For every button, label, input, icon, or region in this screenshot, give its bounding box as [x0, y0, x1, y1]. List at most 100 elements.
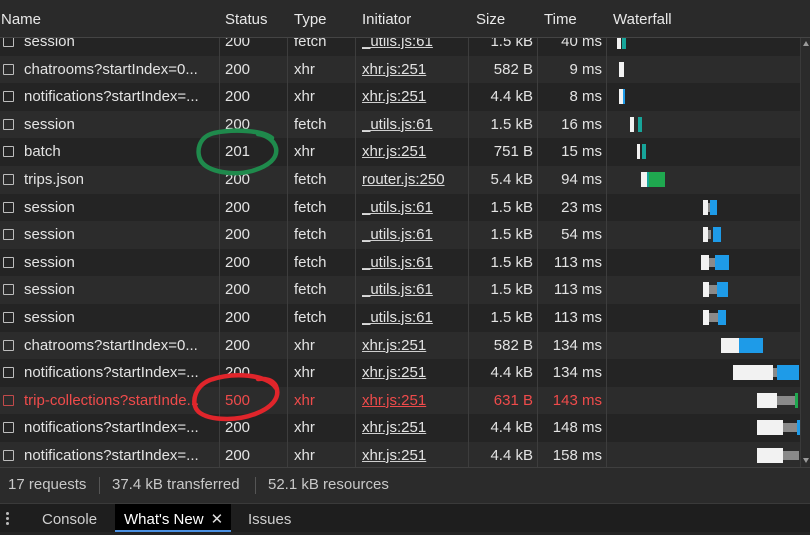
request-initiator-link[interactable]: _utils.js:61 [362, 276, 467, 304]
table-row[interactable]: notifications?startIndex=... 200 xhr xhr.js… [0, 359, 810, 387]
table-row[interactable]: notifications?startIndex=... 200 xhr xhr.js… [0, 414, 810, 442]
request-initiator-link[interactable]: router.js:250 [362, 166, 467, 194]
row-checkbox[interactable] [3, 63, 14, 75]
table-row[interactable]: session 200 fetch _utils.js:61 1.5 kB 16 ms [0, 110, 810, 139]
waterfall-bar[interactable] [609, 138, 810, 166]
vertical-scrollbar[interactable] [800, 37, 810, 467]
request-initiator-link[interactable]: _utils.js:61 [362, 304, 467, 332]
request-size: 5.4 kB [490, 170, 533, 188]
table-row[interactable]: notifications?startIndex=... 200 xhr xhr.js… [0, 83, 810, 111]
request-name[interactable]: notifications?startIndex=... [24, 359, 214, 387]
column-header-initiator[interactable]: Initiator [362, 0, 411, 37]
row-checkbox[interactable] [3, 173, 14, 185]
row-checkbox[interactable] [3, 118, 14, 130]
column-divider [287, 0, 288, 467]
waterfall-bar[interactable] [609, 442, 810, 467]
request-status: 200 [225, 364, 251, 382]
request-name[interactable]: session [24, 194, 214, 222]
request-name[interactable]: chatrooms?startIndex=0... [24, 332, 214, 360]
waterfall-bar[interactable] [609, 166, 810, 194]
row-checkbox[interactable] [3, 284, 14, 296]
more-tabs-icon[interactable] [6, 512, 9, 527]
waterfall-segment [649, 171, 665, 187]
request-initiator-link[interactable]: xhr.js:251 [362, 56, 467, 84]
row-checkbox[interactable] [3, 367, 14, 379]
waterfall-bar[interactable] [609, 387, 810, 415]
request-name[interactable]: session [24, 111, 214, 139]
column-header-time[interactable]: Time [544, 0, 577, 37]
table-row[interactable]: notifications?startIndex=... 200 xhr xhr.js… [0, 441, 810, 467]
request-initiator-link[interactable]: xhr.js:251 [362, 387, 467, 415]
column-header-status[interactable]: Status [225, 0, 268, 37]
row-checkbox[interactable] [3, 91, 14, 103]
row-checkbox[interactable] [3, 146, 14, 158]
tab-console[interactable]: Console [42, 504, 97, 532]
table-row[interactable]: session 200 fetch _utils.js:61 1.5 kB 54 ms [0, 221, 810, 249]
row-checkbox[interactable] [3, 229, 14, 241]
row-checkbox[interactable] [3, 201, 14, 213]
request-name[interactable]: notifications?startIndex=... [24, 83, 214, 111]
column-header-size[interactable]: Size [476, 0, 505, 37]
tab-issues[interactable]: Issues [248, 504, 291, 532]
waterfall-bar[interactable] [609, 111, 810, 139]
table-row[interactable]: session 200 fetch _utils.js:61 1.5 kB 113 ms [0, 249, 810, 277]
column-header-type[interactable]: Type [294, 0, 327, 37]
waterfall-segment [630, 116, 634, 132]
request-initiator-link[interactable]: xhr.js:251 [362, 332, 467, 360]
table-row[interactable]: chatrooms?startIndex=0... 200 xhr xhr.js:25… [0, 55, 810, 84]
request-initiator-link[interactable]: _utils.js:61 [362, 221, 467, 249]
table-row[interactable]: trip-collections?startInde... 500 xhr xhr.j… [0, 386, 810, 415]
waterfall-bar[interactable] [609, 276, 810, 304]
row-checkbox[interactable] [3, 256, 14, 268]
row-checkbox[interactable] [3, 339, 14, 351]
request-name[interactable]: notifications?startIndex=... [24, 442, 214, 467]
request-initiator-link[interactable]: xhr.js:251 [362, 83, 467, 111]
request-name[interactable]: notifications?startIndex=... [24, 414, 214, 442]
request-initiator-link[interactable]: xhr.js:251 [362, 442, 467, 467]
row-checkbox[interactable] [3, 311, 14, 323]
table-row[interactable]: session 200 fetch _utils.js:61 1.5 kB 113 ms [0, 304, 810, 332]
request-initiator-link[interactable]: xhr.js:251 [362, 414, 467, 442]
request-initiator-link[interactable]: _utils.js:61 [362, 111, 467, 139]
request-size: 1.5 kB [490, 115, 533, 133]
column-header-waterfall[interactable]: Waterfall [613, 0, 672, 37]
waterfall-bar[interactable] [609, 83, 810, 111]
table-row[interactable]: trips.json 200 fetch router.js:250 5.4 kB 94 … [0, 165, 810, 194]
request-name[interactable]: session [24, 249, 214, 277]
row-checkbox[interactable] [3, 394, 14, 406]
request-size: 582 B [493, 336, 533, 354]
waterfall-bar[interactable] [609, 304, 810, 332]
request-name[interactable]: trip-collections?startInde... [24, 387, 214, 415]
request-name[interactable]: trips.json [24, 166, 214, 194]
request-name[interactable]: session [24, 221, 214, 249]
row-checkbox[interactable] [3, 422, 14, 434]
request-time: 8 ms [569, 88, 602, 106]
devtools-drawer: Console What's New ✕ Issues [0, 503, 810, 532]
row-checkbox[interactable] [3, 449, 14, 461]
close-icon[interactable]: ✕ [211, 511, 224, 528]
waterfall-bar[interactable] [609, 221, 810, 249]
table-row[interactable]: session 200 fetch _utils.js:61 1.5 kB 113 ms [0, 276, 810, 304]
request-name[interactable]: session [24, 304, 214, 332]
waterfall-bar[interactable] [609, 359, 810, 387]
waterfall-bar[interactable] [609, 194, 810, 222]
column-header-name[interactable]: Name [1, 0, 41, 37]
waterfall-bar[interactable] [609, 414, 810, 442]
waterfall-segment [619, 61, 624, 77]
waterfall-bar[interactable] [609, 332, 810, 360]
table-row[interactable]: session 200 fetch _utils.js:61 1.5 kB 23 ms [0, 194, 810, 222]
waterfall-bar[interactable] [609, 249, 810, 277]
request-name[interactable]: chatrooms?startIndex=0... [24, 56, 214, 84]
waterfall-bar[interactable] [609, 56, 810, 84]
table-row[interactable]: batch 201 xhr xhr.js:251 751 B 15 ms [0, 138, 810, 166]
request-initiator-link[interactable]: _utils.js:61 [362, 249, 467, 277]
table-row[interactable]: chatrooms?startIndex=0... 200 xhr xhr.js:25… [0, 331, 810, 360]
request-initiator-link[interactable]: xhr.js:251 [362, 359, 467, 387]
request-name[interactable]: session [24, 276, 214, 304]
request-initiator-link[interactable]: xhr.js:251 [362, 138, 467, 166]
tab-whats-new[interactable]: What's New ✕ [115, 504, 232, 532]
scroll-down-icon[interactable] [803, 458, 809, 463]
request-initiator-link[interactable]: _utils.js:61 [362, 194, 467, 222]
scroll-up-icon[interactable] [803, 41, 809, 46]
request-name[interactable]: batch [24, 138, 214, 166]
